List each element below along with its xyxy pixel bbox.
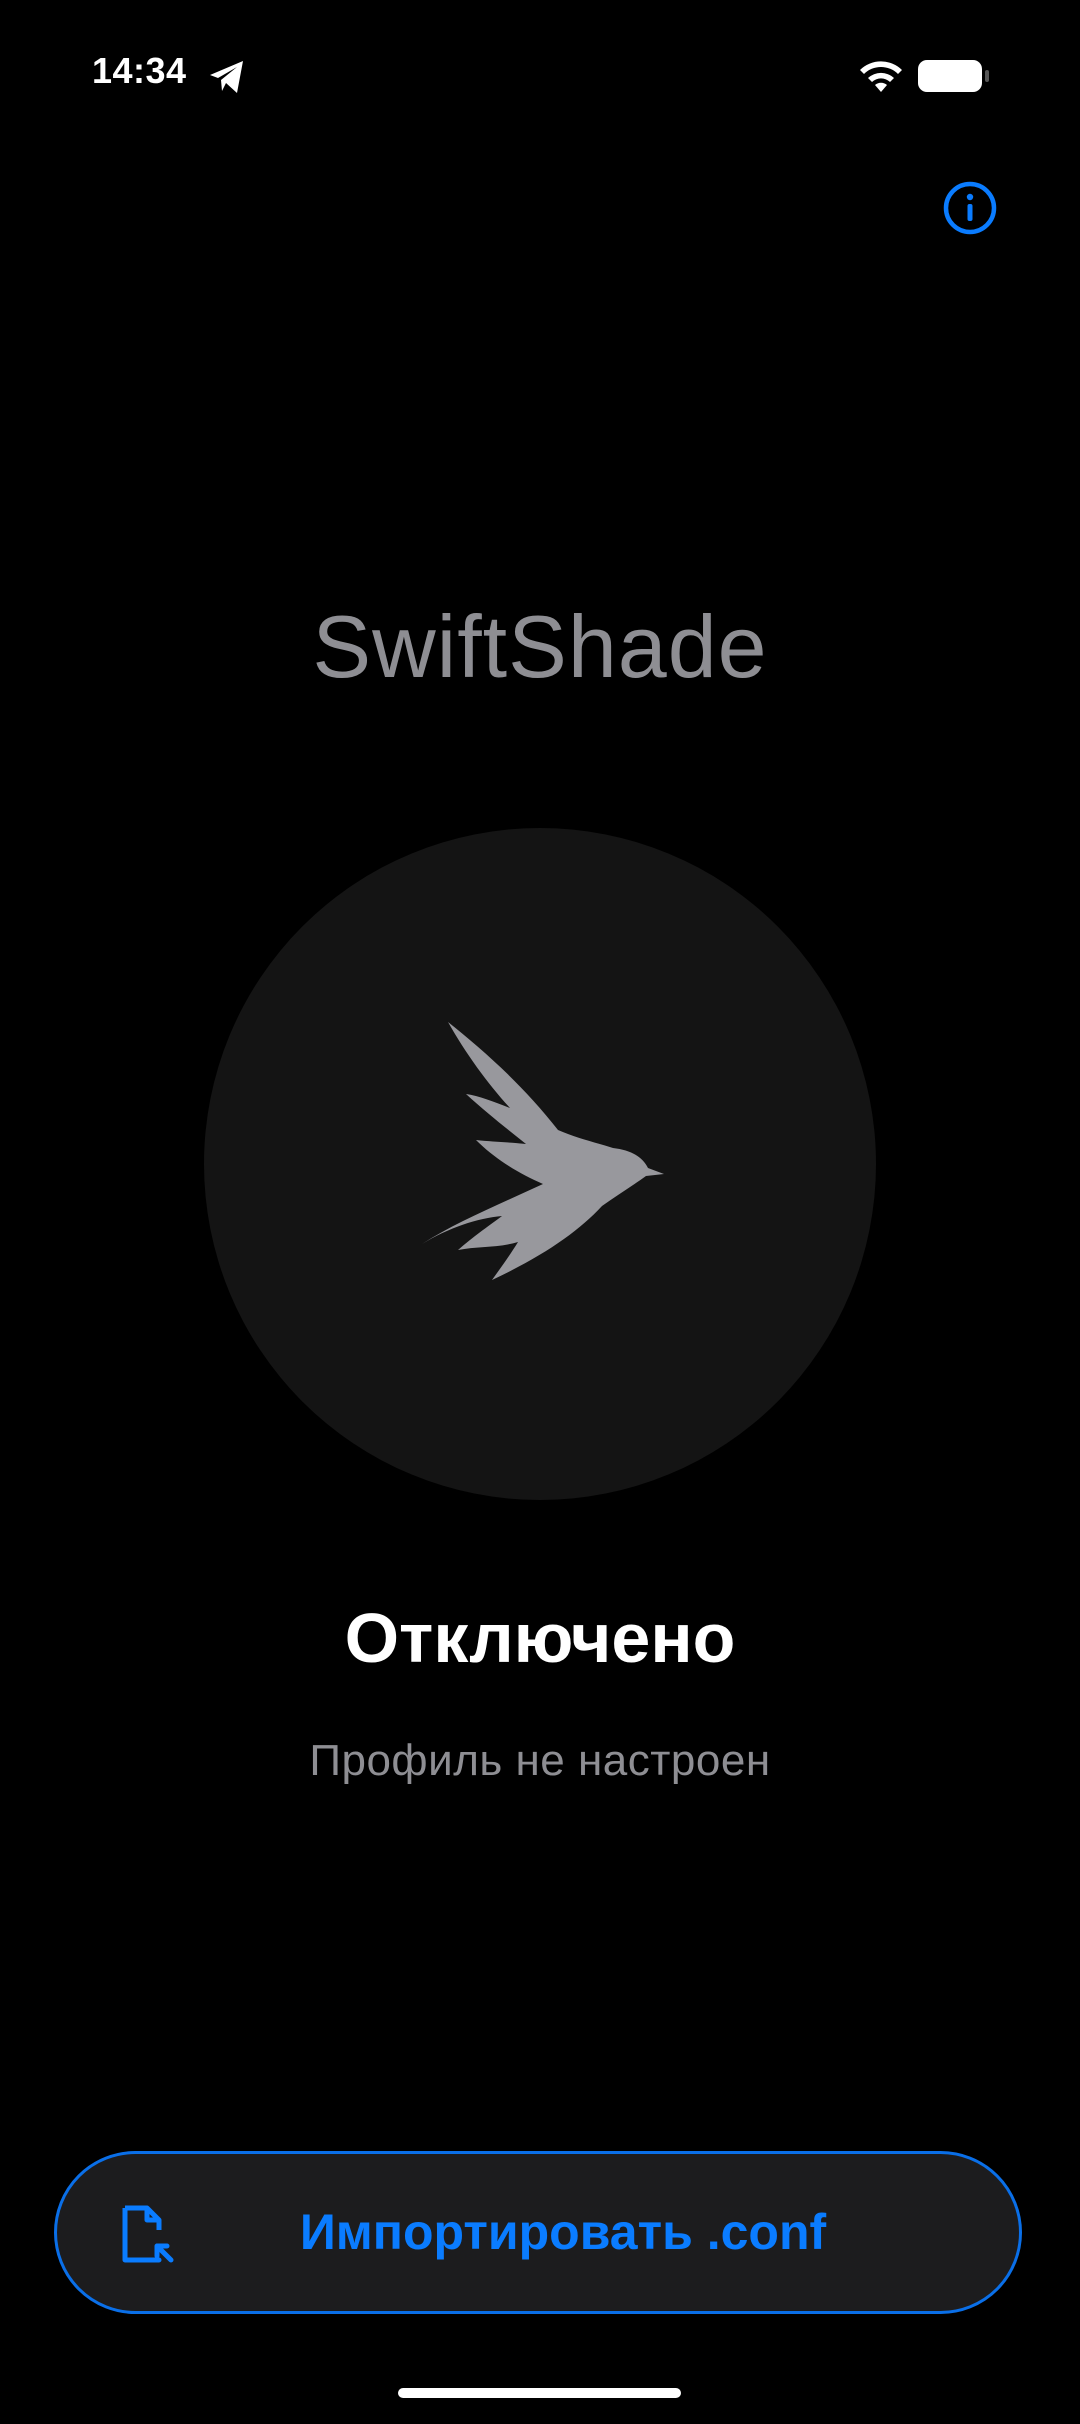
home-indicator[interactable]: [398, 2388, 681, 2398]
connection-state-label: Отключено: [344, 1599, 736, 1677]
telegram-icon: [210, 61, 243, 93]
status-bar: 14:34: [0, 0, 1080, 150]
wifi-icon: [860, 61, 902, 92]
swift-bird-icon: [422, 1022, 664, 1280]
import-button-label: Импортировать .conf: [299, 2204, 827, 2260]
profile-status-label: Профиль не настроен: [309, 1736, 771, 1785]
info-icon[interactable]: [940, 178, 1000, 238]
import-conf-button[interactable]: Импортировать .conf: [54, 2151, 1022, 2314]
app-title: SwiftShade: [312, 597, 768, 696]
battery-icon: [918, 60, 989, 92]
status-time: 14:34: [92, 50, 187, 91]
